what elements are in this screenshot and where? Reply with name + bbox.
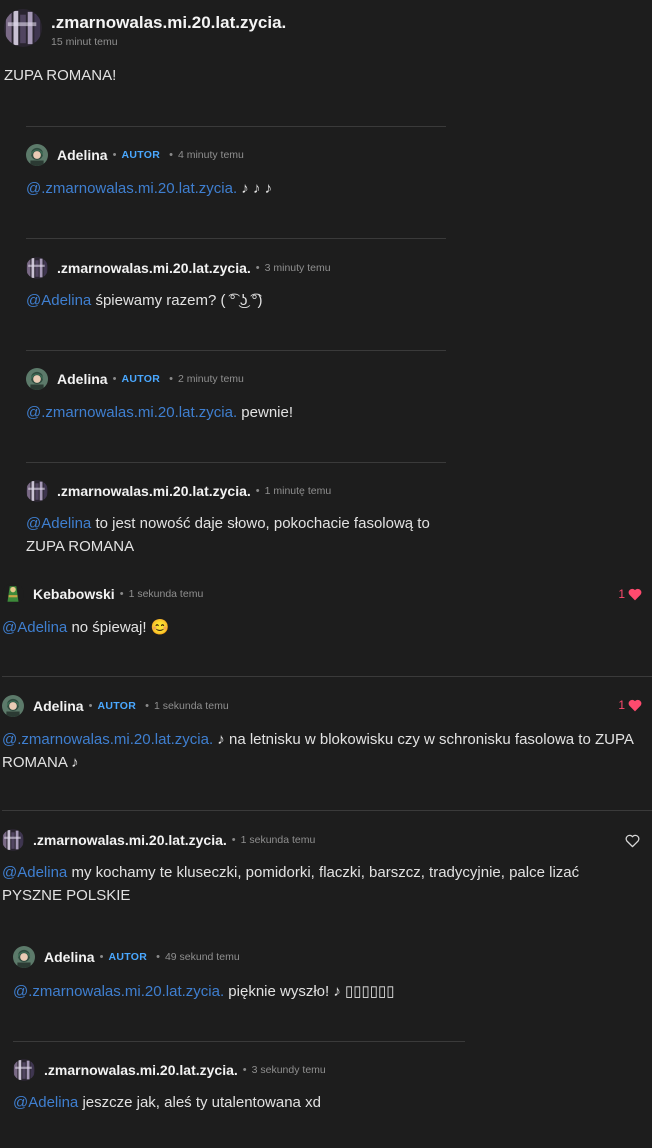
avatar[interactable] xyxy=(26,257,48,279)
comment-text: @.zmarnowalas.mi.20.lat.zycia. pewnie! xyxy=(26,404,294,421)
comment-header: .zmarnowalas.mi.20.lat.zycia. • 1 minutę… xyxy=(26,480,331,502)
avatar[interactable] xyxy=(2,695,24,717)
comment-author[interactable]: .zmarnowalas.mi.20.lat.zycia. xyxy=(33,832,227,848)
comment-text: @Adelina jeszcze jak, aleś ty utalentowa… xyxy=(13,1094,321,1111)
like-count: 1 xyxy=(618,587,625,601)
separator-dot: • xyxy=(88,700,93,712)
avatar[interactable] xyxy=(2,829,24,851)
divider xyxy=(26,462,446,463)
like-button[interactable] xyxy=(625,834,640,853)
comment-header: Adelina • AUTOR • 49 sekund temu xyxy=(13,946,240,968)
comment-author[interactable]: .zmarnowalas.mi.20.lat.zycia. xyxy=(44,1062,238,1078)
separator-dot: • xyxy=(169,149,173,161)
like-count: 1 xyxy=(618,698,625,712)
divider xyxy=(2,676,652,677)
comment-text: @Adelina my kochamy te kluseczki, pomido… xyxy=(2,864,580,904)
comment-time: 2 minuty temu xyxy=(177,373,244,385)
avatar[interactable] xyxy=(26,144,48,166)
separator-dot: • xyxy=(112,149,117,161)
mention-link[interactable]: @Adelina xyxy=(13,1094,78,1111)
separator-dot: • xyxy=(169,373,173,385)
comment-text: @Adelina to jest nowość daje słowo, poko… xyxy=(26,515,430,555)
comment-header: .zmarnowalas.mi.20.lat.zycia. • 3 sekund… xyxy=(13,1059,326,1081)
separator-dot: • xyxy=(231,834,236,846)
comment-time: 3 sekundy temu xyxy=(251,1064,326,1076)
separator-dot: • xyxy=(242,1064,247,1076)
comment-time: 1 sekunda temu xyxy=(240,834,316,846)
heart-icon xyxy=(628,699,642,711)
avatar[interactable] xyxy=(2,583,24,605)
mention-link[interactable]: @Adelina xyxy=(2,619,67,636)
divider xyxy=(26,126,446,127)
comment-time: 49 sekund temu xyxy=(164,951,240,963)
post-time: 15 minut temu xyxy=(51,36,118,48)
divider xyxy=(26,350,446,351)
comment-time: 1 minutę temu xyxy=(264,485,332,497)
comment-author[interactable]: Kebabowski xyxy=(33,586,115,602)
post-author[interactable]: .zmarnowalas.mi.20.lat.zycia. xyxy=(51,13,286,33)
separator-dot: • xyxy=(145,700,149,712)
author-badge: AUTOR xyxy=(121,149,161,161)
separator-dot: • xyxy=(156,951,160,963)
comment-header: .zmarnowalas.mi.20.lat.zycia. • 1 sekund… xyxy=(2,829,315,851)
mention-link[interactable]: @.zmarnowalas.mi.20.lat.zycia. xyxy=(2,731,213,748)
comment-text: @.zmarnowalas.mi.20.lat.zycia. pięknie w… xyxy=(13,983,395,1000)
divider xyxy=(26,238,446,239)
post-header: .zmarnowalas.mi.20.lat.zycia. 15 minut t… xyxy=(4,9,286,48)
separator-dot: • xyxy=(255,485,260,497)
author-avatar[interactable] xyxy=(4,9,42,47)
comment-text: @.zmarnowalas.mi.20.lat.zycia. ♪ ♪ ♪ xyxy=(26,180,273,197)
comment-time: 4 minuty temu xyxy=(177,149,244,161)
author-badge: AUTOR xyxy=(108,951,148,963)
mention-link[interactable]: @Adelina xyxy=(26,292,91,309)
separator-dot: • xyxy=(112,373,117,385)
divider xyxy=(2,810,652,811)
heart-icon xyxy=(628,588,642,600)
separator-dot: • xyxy=(119,588,124,600)
mention-link[interactable]: @.zmarnowalas.mi.20.lat.zycia. xyxy=(26,404,237,421)
comment-header: Adelina • AUTOR • 1 sekunda temu xyxy=(2,695,229,717)
comment-header: Kebabowski • 1 sekunda temu xyxy=(2,583,203,605)
like-button[interactable]: 1 xyxy=(618,587,642,601)
mention-link[interactable]: @.zmarnowalas.mi.20.lat.zycia. xyxy=(26,180,237,197)
like-button[interactable]: 1 xyxy=(618,698,642,712)
comment-header: Adelina • AUTOR • 2 minuty temu xyxy=(26,368,244,390)
separator-dot: • xyxy=(255,262,260,274)
avatar[interactable] xyxy=(13,1059,35,1081)
comment-author[interactable]: Adelina xyxy=(57,371,108,387)
comment-header: .zmarnowalas.mi.20.lat.zycia. • 3 minuty… xyxy=(26,257,331,279)
comment-text: @Adelina śpiewamy razem? ( ͡° ͜ʖ ͡°) xyxy=(26,292,263,309)
author-badge: AUTOR xyxy=(97,700,137,712)
comment-time: 3 minuty temu xyxy=(264,262,331,274)
comment-time: 1 sekunda temu xyxy=(153,700,229,712)
avatar[interactable] xyxy=(26,480,48,502)
post-text: ZUPA ROMANA! xyxy=(4,67,117,84)
comment-text: @Adelina no śpiewaj! 😊 xyxy=(2,619,170,636)
author-badge: AUTOR xyxy=(121,373,161,385)
comment-author[interactable]: .zmarnowalas.mi.20.lat.zycia. xyxy=(57,260,251,276)
comment-text: @.zmarnowalas.mi.20.lat.zycia. ♪ na letn… xyxy=(2,731,634,771)
comment-header: Adelina • AUTOR • 4 minuty temu xyxy=(26,144,244,166)
comment-time: 1 sekunda temu xyxy=(128,588,204,600)
comment-author[interactable]: .zmarnowalas.mi.20.lat.zycia. xyxy=(57,483,251,499)
comment-author[interactable]: Adelina xyxy=(57,147,108,163)
comment-author[interactable]: Adelina xyxy=(44,949,95,965)
divider xyxy=(13,1041,465,1042)
separator-dot: • xyxy=(99,951,104,963)
mention-link[interactable]: @.zmarnowalas.mi.20.lat.zycia. xyxy=(13,983,224,1000)
heart-outline-icon xyxy=(625,834,640,848)
avatar[interactable] xyxy=(26,368,48,390)
mention-link[interactable]: @Adelina xyxy=(2,864,67,881)
comment-author[interactable]: Adelina xyxy=(33,698,84,714)
avatar[interactable] xyxy=(13,946,35,968)
mention-link[interactable]: @Adelina xyxy=(26,515,91,532)
